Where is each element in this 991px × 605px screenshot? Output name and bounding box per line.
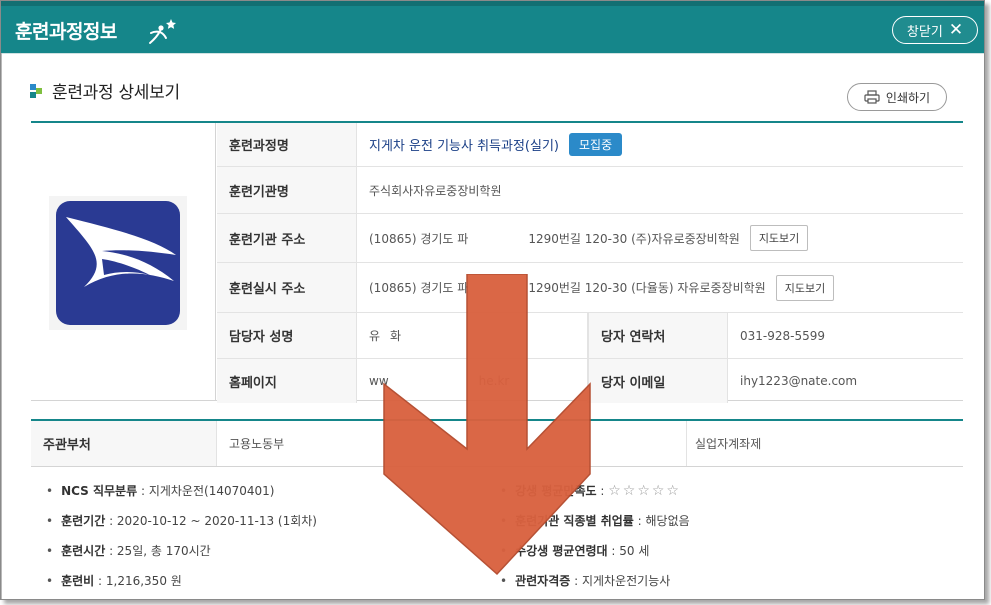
fact-hours-key: 훈련시간 <box>61 544 106 558</box>
fact-age-key: 수강생 평균연령대 <box>515 544 608 558</box>
frame-left-edge <box>1 53 2 599</box>
runner-star-icon <box>149 19 176 44</box>
close-window-button[interactable]: 창닫기 ✕ <box>892 16 978 44</box>
print-button[interactable]: 인쇄하기 <box>847 83 947 111</box>
fact-ncs-key: NCS 직무분류 <box>61 484 138 498</box>
training-address-right: 1290번길 120-30 (다율동) 자유로중장비학원 <box>528 281 766 295</box>
section-bullet-icon <box>30 83 42 98</box>
course-name-value: 지게차 운전 기능사 취득과정(실기) <box>369 139 559 154</box>
print-button-label: 인쇄하기 <box>885 90 931 105</box>
department-table: 주관부처 고용노동부 실업자계좌제 <box>31 419 963 467</box>
fact-satisfaction-sep: : <box>596 484 609 498</box>
row-course-name: 훈련과정명 지게차 운전 기능사 취득과정(실기) 모집중 <box>217 123 963 167</box>
manager-value-tail: 화 <box>390 329 402 343</box>
printer-icon <box>864 90 880 104</box>
fact-employment-value: : 해당없음 <box>633 514 690 528</box>
institution-address-label: 훈련기관 주소 <box>217 214 357 262</box>
logo-cell <box>31 123 216 400</box>
training-address-label: 훈련실시 주소 <box>217 263 357 312</box>
fact-cert-key: 관련자격증 <box>515 574 571 588</box>
email-label: 당자 이메일 <box>588 359 728 403</box>
account-type-value: 실업자계좌제 <box>695 437 762 451</box>
homepage-value-right[interactable]: he.kr <box>479 374 510 388</box>
fact-employment-key: 훈련기관 직종별 취업률 <box>515 514 634 528</box>
popup-window: 훈련과정정보 창닫기 ✕ 훈련과정 상세보기 인쇄하기 훈련과정명 지게차 운전… <box>0 0 985 600</box>
fact-fee-value: : 1,216,350 원 <box>94 574 182 588</box>
fact-satisfaction-key: 강생 평균만족도 <box>515 484 597 498</box>
institution-address-left: (10865) 경기도 파 <box>369 231 469 246</box>
row-homepage: 홈페이지 ww he.kr 당자 이메일 ihy1223@nate.com <box>217 359 963 403</box>
course-info-table: 훈련과정명 지게차 운전 기능사 취득과정(실기) 모집중 훈련기관명 주식회사… <box>31 121 963 403</box>
fact-period: • 훈련기간 : 2020-10-12 ~ 2020-11-13 (1회차) <box>46 514 317 528</box>
status-badge: 모집중 <box>568 133 623 156</box>
training-address-left: (10865) 경기도 파 <box>369 281 469 295</box>
fact-age-value: : 50 세 <box>607 544 650 558</box>
fact-fee-key: 훈련비 <box>61 574 95 588</box>
contact-value: 031-928-5599 <box>740 328 826 343</box>
fact-fee: • 훈련비 : 1,216,350 원 <box>46 574 182 588</box>
contact-label: 당자 연락처 <box>588 313 728 358</box>
title-bar: 훈련과정정보 창닫기 ✕ <box>1 1 984 53</box>
content-area: 훈련과정 상세보기 인쇄하기 훈련과정명 지게차 운전 기능사 취득과정(실기)… <box>2 53 984 599</box>
row-manager: 담당자 성명 유 화 당자 연락처 031-928-5599 <box>217 313 963 359</box>
map-button-institution[interactable]: 지도보기 <box>749 225 809 251</box>
close-button-label: 창닫기 <box>906 24 943 40</box>
map-button-training[interactable]: 지도보기 <box>775 274 835 301</box>
fact-hours-value: : 25일, 총 170시간 <box>105 544 211 558</box>
manager-label: 담당자 성명 <box>217 313 357 358</box>
fact-ncs: • NCS 직무분류 : 지게차운전(14070401) <box>46 484 275 498</box>
manager-value: 유 <box>369 329 381 343</box>
homepage-value-left[interactable]: ww <box>369 374 389 388</box>
fact-cert-value: : 지게차운전기능사 <box>570 574 671 588</box>
fact-period-value: : 2020-10-12 ~ 2020-11-13 (1회차) <box>105 514 317 528</box>
row-training-address: 훈련실시 주소 (10865) 경기도 파 1290번길 120-30 (다율동… <box>217 263 963 313</box>
section-title: 훈련과정 상세보기 <box>52 83 180 103</box>
fact-age: • 수강생 평균연령대 : 50 세 <box>500 544 650 558</box>
window-title: 훈련과정정보 <box>15 21 117 43</box>
fact-hours: • 훈련시간 : 25일, 총 170시간 <box>46 544 211 558</box>
department-label: 주관부처 <box>31 421 217 466</box>
fact-cert: • 관련자격증 : 지게차운전기능사 <box>500 574 671 588</box>
rating-stars-icon: ☆☆☆☆☆ <box>608 483 681 499</box>
row-institution: 훈련기관명 주식회사자유로중장비학원 <box>217 167 963 214</box>
institution-logo <box>49 196 187 330</box>
fact-ncs-value: : 지게차운전(14070401) <box>137 484 275 498</box>
section-header: 훈련과정 상세보기 <box>30 78 180 103</box>
institution-address-right: 1290번길 120-30 (주)자유로중장비학원 <box>528 231 740 246</box>
homepage-label: 홈페이지 <box>217 359 357 403</box>
row-institution-address: 훈련기관 주소 (10865) 경기도 파 1290번길 120-30 (주)자… <box>217 214 963 263</box>
department-value: 고용노동부 <box>217 421 687 466</box>
course-name-label: 훈련과정명 <box>217 123 357 166</box>
institution-label: 훈련기관명 <box>217 167 357 213</box>
institution-value: 주식회사자유로중장비학원 <box>369 183 502 198</box>
fact-employment: • 훈련기관 직종별 취업률 : 해당없음 <box>500 514 690 528</box>
fact-satisfaction: • 강생 평균만족도 : ☆☆☆☆☆ <box>500 483 681 499</box>
close-icon: ✕ <box>948 19 964 40</box>
fact-period-key: 훈련기간 <box>61 514 106 528</box>
email-value: ihy1223@nate.com <box>740 374 858 388</box>
